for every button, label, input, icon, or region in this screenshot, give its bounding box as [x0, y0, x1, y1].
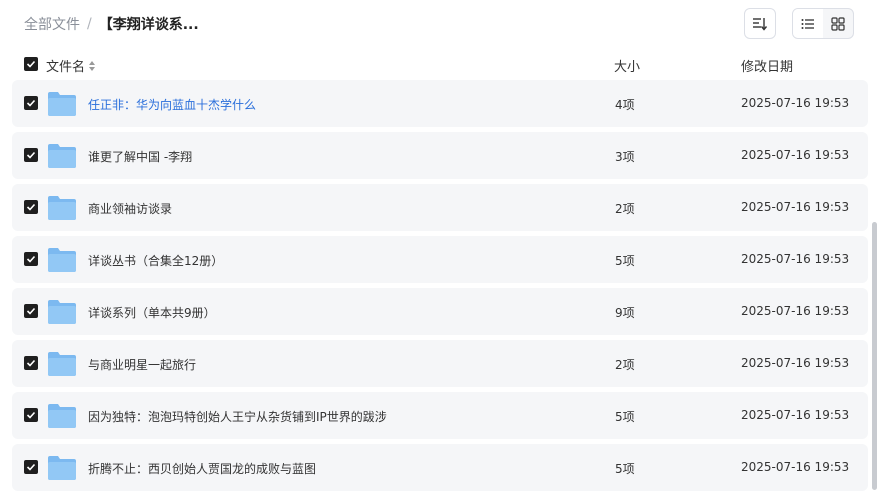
folder-icon — [48, 404, 76, 428]
breadcrumb-root[interactable]: 全部文件 — [24, 14, 80, 34]
sort-icon — [753, 17, 768, 31]
file-name[interactable]: 详谈丛书（合集全12册） — [88, 252, 223, 269]
file-size: 2项 — [615, 358, 635, 372]
file-name[interactable]: 任正非：华为向蓝血十杰学什么 — [88, 96, 256, 113]
file-date: 2025-07-16 19:53 — [741, 200, 850, 214]
list-view-button[interactable] — [793, 9, 823, 38]
breadcrumb-current: 【李翔详谈系... — [98, 17, 199, 33]
breadcrumb: 全部文件 / 【李翔详谈系... — [24, 14, 199, 34]
checkmark-icon — [26, 99, 36, 107]
breadcrumb-separator: / — [87, 16, 92, 32]
checkmark-icon — [26, 359, 36, 367]
name-column-header[interactable]: 文件名 — [46, 56, 96, 75]
row-checkbox[interactable] — [24, 304, 38, 318]
vertical-scrollbar[interactable] — [872, 222, 877, 490]
checkmark-icon — [26, 151, 36, 159]
file-size: 4项 — [615, 98, 635, 112]
view-toggle — [792, 8, 854, 39]
sort-arrows-icon — [89, 60, 96, 71]
file-size: 5项 — [615, 462, 635, 476]
select-all-checkbox[interactable] — [24, 57, 38, 71]
list-view-icon — [801, 18, 814, 29]
checkmark-icon — [26, 255, 36, 263]
file-name[interactable]: 谁更了解中国 -李翔 — [88, 148, 192, 165]
folder-icon — [48, 300, 76, 324]
file-size: 5项 — [615, 254, 635, 268]
size-column-header: 大小 — [614, 60, 641, 75]
file-size: 9项 — [615, 306, 635, 320]
file-date: 2025-07-16 19:53 — [741, 252, 850, 266]
table-row[interactable]: 与商业明星一起旅行 2项 2025-07-16 19:53 — [12, 340, 868, 387]
row-checkbox[interactable] — [24, 252, 38, 266]
checkmark-icon — [26, 411, 36, 419]
table-row[interactable]: 商业领袖访谈录 2项 2025-07-16 19:53 — [12, 184, 868, 231]
table-header: 文件名 大小 修改日期 — [12, 50, 868, 78]
table-row[interactable]: 任正非：华为向蓝血十杰学什么 4项 2025-07-16 19:53 — [12, 80, 868, 127]
file-name[interactable]: 与商业明星一起旅行 — [88, 356, 196, 373]
file-size: 3项 — [615, 150, 635, 164]
checkmark-icon — [26, 203, 36, 211]
file-date: 2025-07-16 19:53 — [741, 408, 850, 422]
folder-icon — [48, 248, 76, 272]
folder-icon — [48, 92, 76, 116]
file-date: 2025-07-16 19:53 — [741, 356, 850, 370]
row-checkbox[interactable] — [24, 408, 38, 422]
folder-icon — [48, 456, 76, 480]
grid-view-icon — [831, 16, 845, 31]
row-checkbox[interactable] — [24, 96, 38, 110]
table-row[interactable]: 详谈丛书（合集全12册） 5项 2025-07-16 19:53 — [12, 236, 868, 283]
file-name[interactable]: 详谈系列（单本共9册） — [88, 304, 216, 321]
file-date: 2025-07-16 19:53 — [741, 148, 850, 162]
file-size: 5项 — [615, 410, 635, 424]
folder-icon — [48, 144, 76, 168]
row-checkbox[interactable] — [24, 356, 38, 370]
row-checkbox[interactable] — [24, 200, 38, 214]
checkmark-icon — [26, 307, 36, 315]
file-size: 2项 — [615, 202, 635, 216]
top-bar: 全部文件 / 【李翔详谈系... — [0, 0, 878, 48]
file-date: 2025-07-16 19:53 — [741, 304, 850, 318]
checkmark-icon — [26, 463, 36, 471]
row-checkbox[interactable] — [24, 460, 38, 474]
table-row[interactable]: 详谈系列（单本共9册） 9项 2025-07-16 19:53 — [12, 288, 868, 335]
table-row[interactable]: 因为独特：泡泡玛特创始人王宁从杂货铺到IP世界的跋涉 5项 2025-07-16… — [12, 392, 868, 439]
file-date: 2025-07-16 19:53 — [741, 96, 850, 110]
file-name[interactable]: 商业领袖访谈录 — [88, 200, 172, 217]
name-column-label: 文件名 — [46, 60, 86, 75]
date-column-header: 修改日期 — [741, 60, 794, 75]
checkmark-icon — [26, 60, 36, 68]
folder-icon — [48, 196, 76, 220]
file-name[interactable]: 折腾不止：西贝创始人贾国龙的成败与蓝图 — [88, 460, 316, 477]
table-row[interactable]: 谁更了解中国 -李翔 3项 2025-07-16 19:53 — [12, 132, 868, 179]
folder-icon — [48, 352, 76, 376]
grid-view-button[interactable] — [823, 9, 853, 38]
sort-button[interactable] — [744, 8, 776, 39]
file-date: 2025-07-16 19:53 — [741, 460, 850, 474]
row-checkbox[interactable] — [24, 148, 38, 162]
table-row[interactable]: 折腾不止：西贝创始人贾国龙的成败与蓝图 5项 2025-07-16 19:53 — [12, 444, 868, 491]
file-name[interactable]: 因为独特：泡泡玛特创始人王宁从杂货铺到IP世界的跋涉 — [88, 408, 387, 425]
